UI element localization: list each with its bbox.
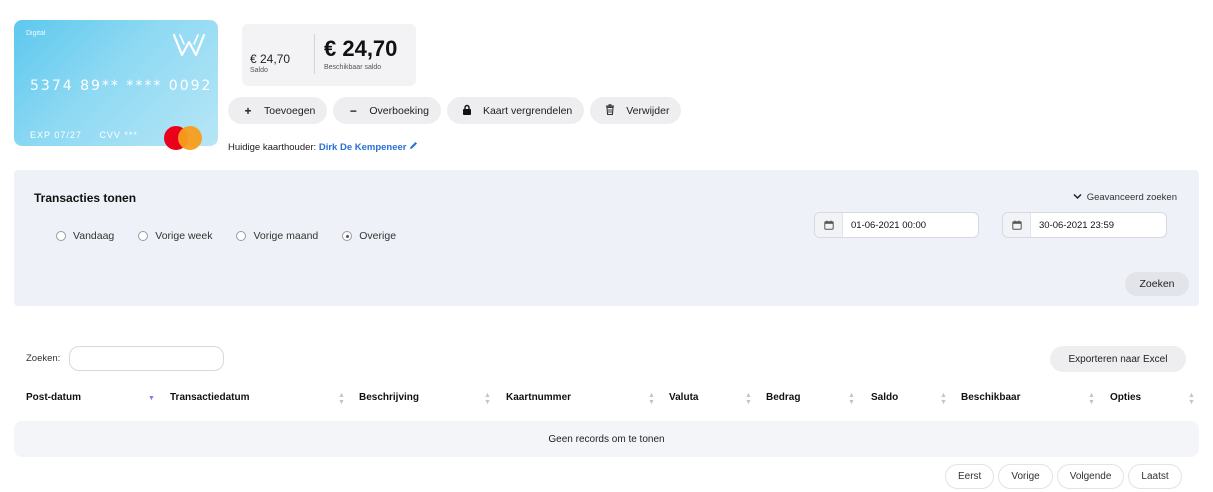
available-balance: € 24,70 Beschikbaar saldo bbox=[324, 36, 397, 71]
sort-icon[interactable]: ▲ ▼ bbox=[338, 392, 345, 406]
export-excel-button[interactable]: Exporteren naar Excel bbox=[1050, 346, 1186, 372]
saldo-label: Saldo bbox=[250, 67, 268, 74]
sort-icon[interactable]: ▲ ▼ bbox=[1188, 392, 1195, 406]
table-search-input[interactable] bbox=[69, 346, 224, 371]
radio-label: Vorige week bbox=[155, 230, 213, 242]
radio-vorige-maand[interactable]: Vorige maand bbox=[236, 230, 318, 242]
delete-button-label: Verwijder bbox=[626, 104, 670, 117]
page-first-button[interactable]: Eerst bbox=[945, 464, 995, 489]
sort-icon[interactable]: ▲ ▼ bbox=[848, 392, 855, 406]
card-expiry-cvv: EXP 07/27 CVV *** bbox=[30, 130, 138, 140]
w-logo bbox=[172, 33, 206, 57]
col-saldo[interactable]: Saldo bbox=[871, 392, 898, 403]
card-expiry: EXP 07/27 bbox=[30, 130, 82, 140]
radio-circle-selected[interactable] bbox=[342, 231, 353, 241]
saldo: € 24,70 Saldo bbox=[250, 52, 290, 74]
page-last-button[interactable]: Laatst bbox=[1128, 464, 1182, 489]
radio-circle[interactable] bbox=[236, 231, 247, 241]
divider bbox=[314, 34, 315, 74]
sort-icon[interactable]: ▲ ▼ bbox=[940, 392, 947, 406]
col-beschrijving[interactable]: Beschrijving bbox=[359, 392, 419, 403]
trash-icon bbox=[602, 103, 618, 118]
add-button[interactable]: + Toevoegen bbox=[228, 97, 328, 124]
radio-label: Vorige maand bbox=[253, 230, 319, 242]
balance-box: € 24,70 Saldo € 24,70 Beschikbaar saldo bbox=[242, 24, 416, 86]
saldo-value: € 24,70 bbox=[250, 52, 291, 66]
add-button-label: Toevoegen bbox=[264, 104, 316, 117]
lock-icon bbox=[459, 104, 475, 118]
sort-desc-icon[interactable]: ▼ bbox=[148, 395, 155, 402]
payment-card: Digital 5374 89** **** 0092 EXP 07/27 CV… bbox=[14, 20, 218, 150]
empty-table-message: Geen records om te tonen bbox=[14, 421, 1199, 457]
mastercard-logo bbox=[164, 126, 204, 150]
radio-overige[interactable]: Overige bbox=[342, 230, 396, 242]
plus-icon: + bbox=[244, 103, 252, 118]
filter-title: Transacties tonen bbox=[34, 191, 137, 205]
table-search-label: Zoeken: bbox=[26, 353, 61, 364]
page-prev-button[interactable]: Vorige bbox=[998, 464, 1053, 489]
col-kaartnummer[interactable]: Kaartnummer bbox=[506, 392, 571, 403]
pagination: Eerst Vorige Volgende Laatst bbox=[945, 464, 1182, 489]
date-to-value: 30-06-2021 23:59 bbox=[1039, 219, 1115, 231]
col-beschikbaar[interactable]: Beschikbaar bbox=[961, 392, 1020, 403]
advanced-search-toggle[interactable]: Geavanceerd zoeken bbox=[1073, 192, 1177, 203]
table-header: Post-datum ▼ Transactiedatum ▲ ▼ Beschrij… bbox=[14, 390, 1199, 408]
col-opties[interactable]: Opties bbox=[1110, 392, 1141, 403]
lock-card-button-label: Kaart vergrendelen bbox=[482, 104, 573, 117]
minus-icon: − bbox=[349, 103, 357, 118]
holder-name-link[interactable]: Dirk De Kempeneer bbox=[319, 142, 418, 153]
radio-circle[interactable] bbox=[138, 231, 149, 241]
delete-button[interactable]: Verwijder bbox=[590, 97, 682, 124]
sort-icon[interactable]: ▲ ▼ bbox=[1088, 392, 1095, 406]
card-cvv: CVV *** bbox=[99, 130, 138, 140]
calendar-icon[interactable] bbox=[1003, 213, 1031, 237]
col-transactiedatum[interactable]: Transactiedatum bbox=[170, 392, 249, 403]
card-actions: + Toevoegen − Overboeking Kaart vergrend… bbox=[228, 97, 682, 124]
holder-label: Huidige kaarthouder: bbox=[228, 142, 317, 153]
radio-label: Overige bbox=[359, 230, 397, 242]
available-label: Beschikbaar saldo bbox=[324, 64, 382, 71]
lock-card-button[interactable]: Kaart vergrendelen bbox=[446, 97, 585, 124]
transfer-button[interactable]: − Overboeking bbox=[333, 97, 441, 124]
available-value: € 24,70 bbox=[324, 36, 398, 61]
page-next-button[interactable]: Volgende bbox=[1056, 464, 1125, 489]
transfer-button-label: Overboeking bbox=[369, 104, 429, 117]
chevron-down-icon bbox=[1073, 192, 1082, 202]
card-holder: Huidige kaarthouder: Dirk De Kempeneer bbox=[228, 141, 418, 153]
calendar-icon[interactable] bbox=[815, 213, 843, 237]
sort-icon[interactable]: ▲ ▼ bbox=[648, 392, 655, 406]
radio-vandaag[interactable]: Vandaag bbox=[56, 230, 114, 242]
sort-icon[interactable]: ▲ ▼ bbox=[745, 392, 752, 406]
col-bedrag[interactable]: Bedrag bbox=[766, 392, 800, 403]
date-from-input[interactable]: 01-06-2021 00:00 bbox=[814, 212, 979, 238]
filter-search-button[interactable]: Zoeken bbox=[1125, 272, 1189, 296]
radio-circle[interactable] bbox=[56, 231, 66, 241]
date-from-value: 01-06-2021 00:00 bbox=[851, 219, 927, 231]
pencil-icon[interactable] bbox=[409, 142, 418, 153]
radio-label: Vandaag bbox=[73, 230, 115, 242]
card-number: 5374 89** **** 0092 bbox=[30, 78, 213, 94]
col-valuta[interactable]: Valuta bbox=[669, 392, 698, 403]
col-post-datum[interactable]: Post-datum bbox=[26, 392, 81, 403]
date-to-input[interactable]: 30-06-2021 23:59 bbox=[1002, 212, 1167, 238]
period-options: Vandaag Vorige week Vorige maand Overige bbox=[56, 230, 396, 242]
transaction-filter-panel: Transacties tonen Geavanceerd zoeken Van… bbox=[14, 170, 1199, 306]
radio-vorige-week[interactable]: Vorige week bbox=[138, 230, 212, 242]
advanced-search-label: Geavanceerd zoeken bbox=[1086, 192, 1177, 203]
sort-icon[interactable]: ▲ ▼ bbox=[484, 392, 491, 406]
